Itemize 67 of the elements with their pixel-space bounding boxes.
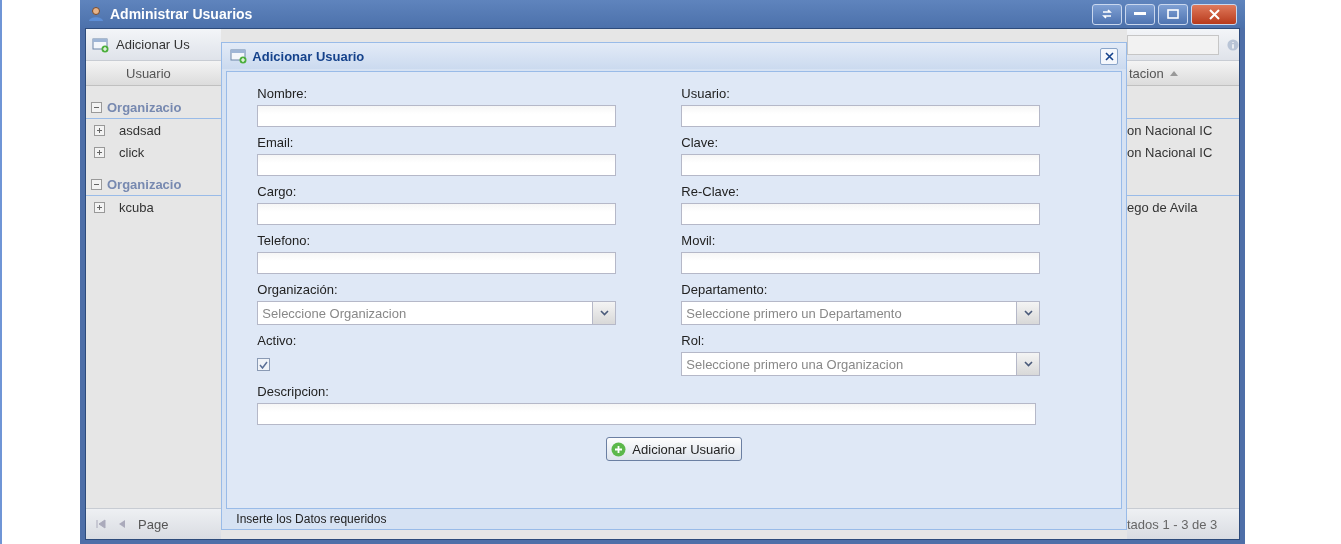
minimize-button[interactable] [1125, 3, 1155, 25]
info-icon[interactable] [1227, 37, 1239, 52]
text-field[interactable] [681, 203, 1041, 225]
field-label: Descripcion: [257, 384, 330, 399]
table-cell: on Nacional IC [1127, 122, 1213, 138]
swap-icon [1101, 8, 1113, 20]
text-field[interactable] [257, 403, 1037, 425]
text-field[interactable] [681, 252, 1041, 274]
field-label: Departamento: [681, 282, 769, 297]
page-label: Page [138, 516, 169, 532]
text-field[interactable] [681, 105, 1041, 127]
text-field[interactable] [257, 105, 617, 127]
field-label: Activo: [257, 333, 298, 348]
filter-field[interactable] [1127, 34, 1219, 55]
table-cell: ego de Avila [1127, 199, 1198, 215]
dropdown-field[interactable]: Seleccione Organizacion [257, 301, 617, 325]
minimize-icon [1134, 12, 1146, 16]
table-cell: kcuba [119, 199, 154, 215]
field-label: Cargo: [257, 184, 298, 199]
status-text: Inserte los Datos requeridos [236, 512, 387, 526]
table-cell: on Nacional IC [1127, 144, 1213, 160]
group-header[interactable]: Organizacio [107, 99, 182, 115]
field-label: Email: [257, 135, 295, 150]
field-label: Organización: [257, 282, 339, 297]
user-icon [88, 6, 104, 22]
dialog-title: Adicionar Usuario [252, 48, 365, 64]
window-add-icon [230, 48, 249, 64]
collapse-icon[interactable] [91, 178, 102, 190]
group-header[interactable]: Organizacio [107, 176, 182, 192]
maximize-button[interactable] [1158, 3, 1188, 25]
text-field[interactable] [681, 154, 1041, 176]
chevron-down-icon [599, 310, 609, 316]
window-add-icon [92, 36, 110, 53]
field-label: Re-Clave: [681, 184, 741, 199]
maximize-icon [1167, 9, 1179, 19]
field-label: Movil: [681, 233, 717, 248]
dropdown-field[interactable]: Seleccione primero un Departamento [681, 301, 1041, 325]
plus-circle-icon [611, 441, 627, 457]
previous-page-icon[interactable] [118, 519, 126, 529]
text-field[interactable] [257, 154, 617, 176]
chevron-down-icon [1023, 361, 1033, 367]
table-cell: asdsad [119, 122, 161, 138]
first-page-icon[interactable] [96, 519, 106, 529]
field-label: Clave: [681, 135, 720, 150]
field-label: Usuario: [681, 86, 731, 101]
dropdown-field[interactable]: Seleccione primero una Organizacion [681, 352, 1041, 376]
paging-summary: tados 1 - 3 de 3 [1127, 516, 1218, 532]
sort-ascending-icon [1169, 70, 1178, 76]
chevron-down-icon [1023, 310, 1033, 316]
field-label: Nombre: [257, 86, 309, 101]
window-title: Administrar Usuarios [110, 6, 253, 22]
refresh-button[interactable] [1092, 3, 1122, 25]
field-label: Telefono: [257, 233, 312, 248]
close-icon [1208, 8, 1220, 20]
field-label: Rol: [681, 333, 706, 348]
close-button[interactable] [1100, 47, 1118, 65]
expand-icon[interactable] [94, 124, 105, 136]
expand-icon[interactable] [94, 146, 105, 158]
expand-icon[interactable] [94, 201, 105, 213]
text-field[interactable] [257, 203, 617, 225]
table-cell: click [119, 144, 145, 160]
checkbox[interactable] [257, 358, 271, 371]
text-field[interactable] [257, 252, 617, 274]
add-user-button[interactable]: Adicionar Usuario [606, 437, 742, 461]
collapse-icon[interactable] [91, 101, 102, 113]
close-icon [1104, 51, 1114, 61]
close-button[interactable] [1191, 3, 1237, 25]
